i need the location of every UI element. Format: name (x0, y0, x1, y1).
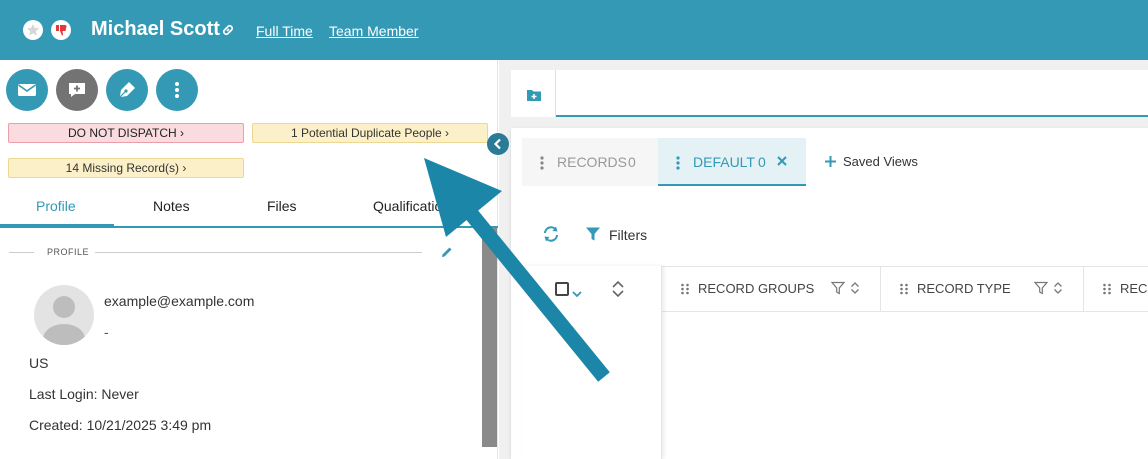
do-not-dispatch-label: DO NOT DISPATCH (67, 126, 177, 140)
close-icon[interactable] (776, 155, 788, 167)
role-link[interactable]: Team Member (329, 23, 418, 39)
saved-views-label: Saved Views (843, 154, 918, 169)
column-label: RECORD TYPE (917, 281, 1011, 296)
records-toolbar-card (511, 70, 1148, 117)
duplicate-people-badge[interactable]: 1 Potential Duplicate People › (252, 123, 488, 143)
tab-files[interactable]: Files (267, 198, 297, 214)
selection-column (522, 266, 662, 459)
link-icon[interactable] (221, 23, 235, 42)
scrollbar[interactable] (482, 228, 497, 447)
records-tab-label: RECORDS (557, 154, 628, 170)
sign-button[interactable] (106, 69, 148, 111)
section-divider (95, 252, 422, 253)
select-all-checkbox[interactable] (555, 282, 569, 296)
employment-type-link[interactable]: Full Time (256, 23, 313, 39)
new-folder-button[interactable] (511, 70, 556, 117)
country-value: US (29, 355, 49, 371)
edit-profile-icon[interactable] (440, 245, 454, 264)
plus-icon (825, 156, 836, 167)
header-bar: Michael Scott Full Time Team Member (0, 0, 1148, 60)
profile-section-title: PROFILE (47, 247, 90, 257)
active-tab-indicator (0, 224, 114, 227)
drag-handle-icon[interactable] (899, 283, 909, 295)
missing-records-label: 14 Missing Record(s) (65, 161, 180, 175)
column-header-record-type[interactable]: RECORD TYPE (881, 266, 1084, 312)
person-name: Michael Scott (91, 18, 220, 40)
tab-notes[interactable]: Notes (153, 198, 190, 214)
missing-records-badge[interactable]: 14 Missing Record(s) › (8, 158, 244, 178)
last-login-value: Last Login: Never (29, 386, 139, 402)
tab-profile[interactable]: Profile (36, 198, 76, 214)
email-button[interactable] (6, 69, 48, 111)
column-filter-icon[interactable] (1034, 281, 1048, 295)
tab-qualifications[interactable]: Qualifications (373, 198, 443, 214)
created-value: Created: 10/21/2025 3:49 pm (29, 417, 212, 433)
avatar (34, 285, 94, 345)
column-header-record[interactable]: RECORD (1084, 266, 1148, 312)
duplicate-people-label: 1 Potential Duplicate People (290, 126, 442, 140)
chevron-down-icon[interactable] (572, 285, 582, 303)
section-divider (9, 252, 34, 253)
saved-views-button[interactable]: Saved Views (822, 138, 942, 186)
sort-icon[interactable] (611, 280, 625, 303)
person-detail-panel: DO NOT DISPATCH › 1 Potential Duplicate … (0, 60, 498, 459)
add-comment-button[interactable] (56, 69, 98, 111)
collapse-panel-button[interactable] (487, 133, 509, 155)
records-tab-count: 0 (628, 154, 636, 170)
drag-dots-icon (676, 156, 680, 170)
view-tab-records[interactable]: RECORDS 0 (522, 138, 658, 186)
column-label: RECORD GROUPS (698, 281, 815, 296)
view-tab-default[interactable]: DEFAULT 0 (658, 138, 806, 186)
thumbs-down-icon[interactable] (51, 20, 71, 40)
column-sort-icon[interactable] (850, 281, 860, 295)
column-filter-icon[interactable] (831, 281, 845, 295)
detail-tabs: Profile Notes Files Qualifications (0, 190, 498, 228)
default-tab-label: DEFAULT (693, 154, 755, 170)
column-label: RECORD (1120, 281, 1148, 296)
drag-dots-icon (540, 156, 544, 170)
refresh-icon[interactable] (542, 225, 560, 248)
column-sort-icon[interactable] (1053, 281, 1063, 295)
default-tab-count: 0 (758, 154, 766, 170)
do-not-dispatch-badge[interactable]: DO NOT DISPATCH › (8, 123, 244, 143)
filters-button[interactable]: Filters (609, 227, 647, 243)
star-icon[interactable] (23, 20, 43, 40)
phone-value: - (104, 324, 109, 340)
filter-icon[interactable] (585, 226, 601, 247)
email-value: example@example.com (104, 293, 255, 309)
more-actions-button[interactable] (156, 69, 198, 111)
column-header-record-groups[interactable]: RECORD GROUPS (662, 266, 881, 312)
drag-handle-icon[interactable] (680, 283, 690, 295)
drag-handle-icon[interactable] (1102, 283, 1112, 295)
